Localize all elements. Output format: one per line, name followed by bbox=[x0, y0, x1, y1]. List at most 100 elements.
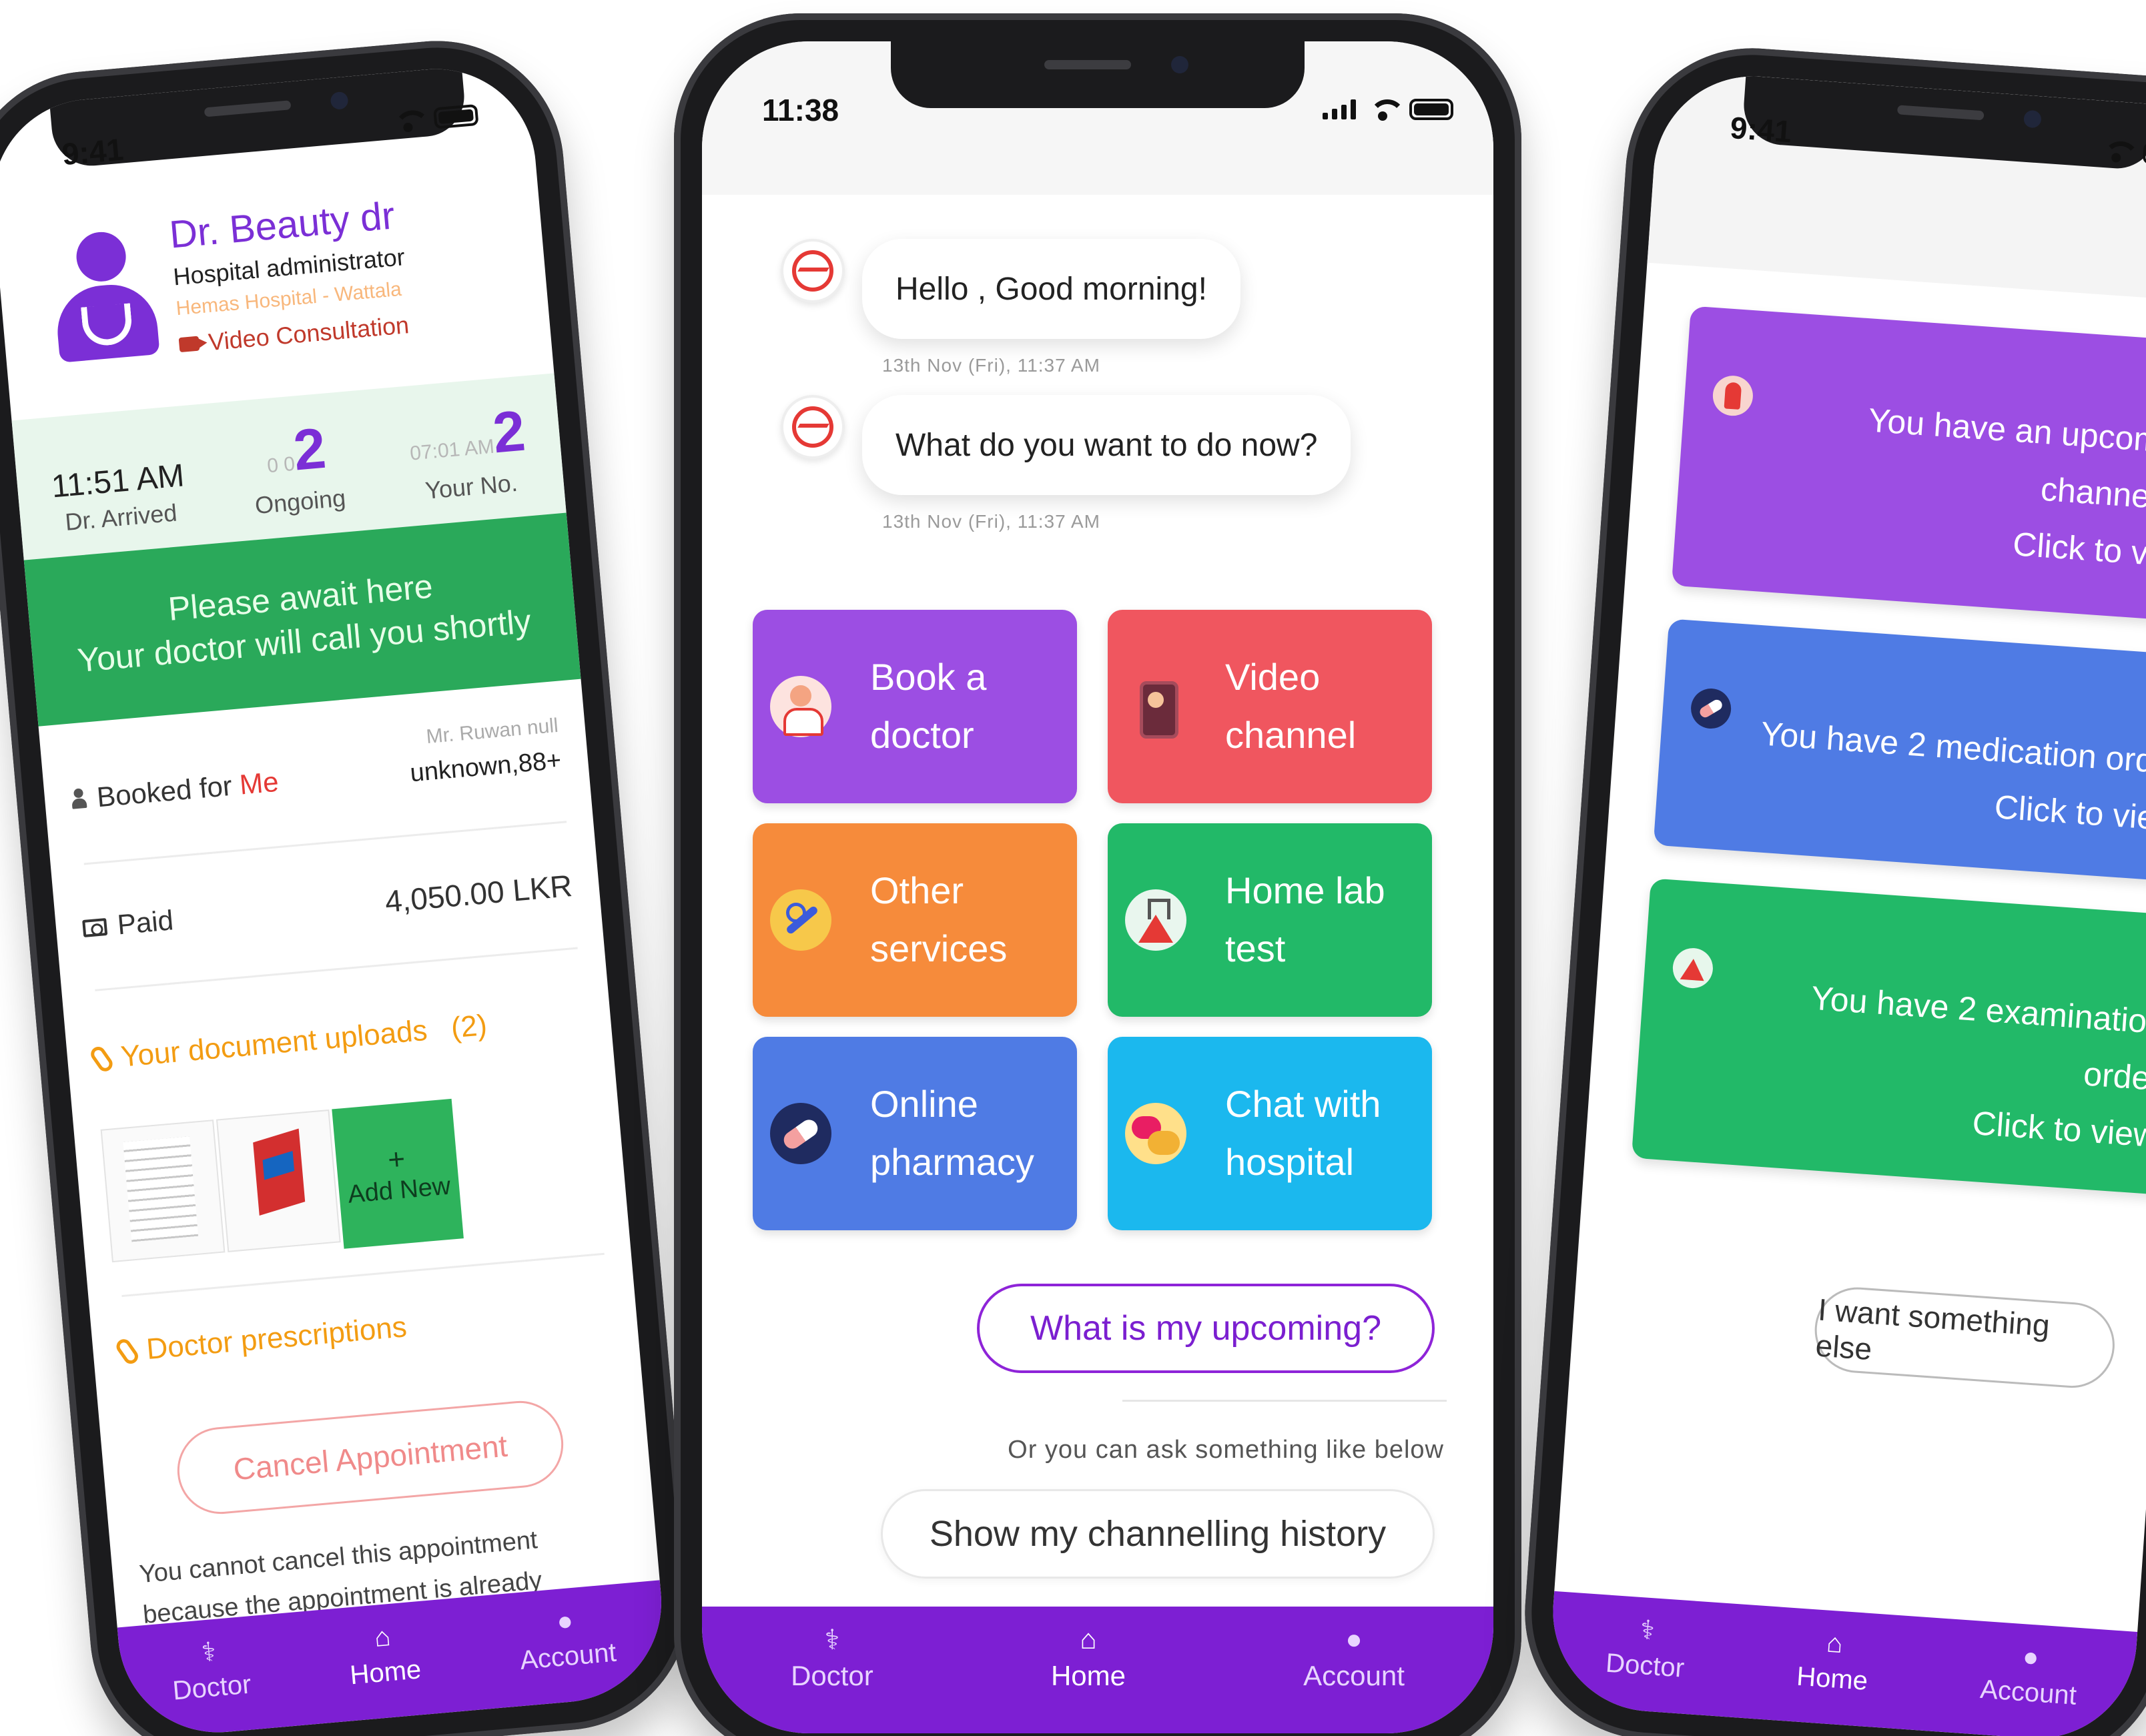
tile-home-lab-test[interactable]: Home lab test bbox=[1108, 823, 1432, 1017]
phone-notch bbox=[891, 41, 1305, 108]
examination-order-card[interactable]: You have 2 examination order Click to vi… bbox=[1631, 878, 2146, 1196]
nav-doctor[interactable]: ⚕ Doctor bbox=[791, 1623, 873, 1692]
appointment-screen: 9:41 Dr. Beauty dr Hospital administrato… bbox=[0, 61, 670, 1736]
plus-icon: + bbox=[386, 1142, 407, 1176]
add-new-upload-button[interactable]: + Add New bbox=[332, 1098, 464, 1249]
nav-home[interactable]: ⌂ Home bbox=[1796, 1627, 1871, 1697]
video-phone-icon bbox=[1125, 676, 1186, 739]
doctor-icon bbox=[770, 676, 831, 737]
stethoscope-icon: ⚕ bbox=[824, 1623, 840, 1655]
patient-name: Mr. Ruwan null bbox=[425, 714, 559, 749]
upload-thumbnail-document[interactable] bbox=[100, 1120, 226, 1263]
tile-label: hospital bbox=[1225, 1141, 1355, 1183]
tile-book-doctor[interactable]: Book a doctor bbox=[753, 610, 1077, 803]
home-icon: ⌂ bbox=[1080, 1623, 1097, 1655]
medication-order-card[interactable]: You have 2 medication order Click to vie… bbox=[1653, 618, 2146, 883]
home-icon: ⌂ bbox=[373, 1621, 392, 1653]
ongoing-prefix: 0 0 bbox=[266, 452, 296, 478]
add-new-label: Add New bbox=[346, 1172, 452, 1209]
message-time: 13th Nov (Fri), 11:37 AM bbox=[882, 355, 1100, 376]
nav-home[interactable]: ⌂ Home bbox=[1050, 1623, 1126, 1692]
bottom-nav: ⚕ Doctor ⌂ Home ● Account bbox=[702, 1607, 1493, 1733]
doctor-avatar-icon bbox=[49, 228, 160, 363]
wifi-icon bbox=[1368, 99, 1405, 121]
paperclip-icon bbox=[113, 1336, 141, 1367]
tile-label: Online bbox=[870, 1083, 978, 1126]
tile-video-channel[interactable]: Video channel bbox=[1108, 610, 1432, 803]
tile-label: Other bbox=[870, 869, 964, 912]
paid-label: Paid bbox=[115, 904, 175, 941]
channelling-history-button[interactable]: Show my channelling history bbox=[881, 1489, 1435, 1579]
paid-amount: 4,050.00 LKR bbox=[383, 867, 574, 919]
tile-other-services[interactable]: Other services bbox=[753, 823, 1077, 1017]
upload-thumbnail-medicine[interactable] bbox=[216, 1109, 341, 1252]
divider bbox=[1122, 1400, 1447, 1402]
nav-home-label: Home bbox=[1050, 1660, 1126, 1691]
tile-label: Home lab bbox=[1225, 869, 1385, 912]
phone-home-screen: 11:38 Hello , Good morning! 13th Nov (Fr… bbox=[674, 13, 1521, 1736]
tools-icon bbox=[770, 889, 831, 951]
tile-label: Book a bbox=[870, 656, 987, 699]
prescriptions-title: Doctor prescriptions bbox=[113, 1310, 408, 1368]
tile-label: services bbox=[870, 927, 1008, 969]
ask-hint: Or you can ask something like below bbox=[1008, 1436, 1444, 1464]
paperclip-icon bbox=[87, 1043, 115, 1075]
phone-appointment-screen: 9:41 Dr. Beauty dr Hospital administrato… bbox=[0, 30, 700, 1736]
hospital-logo-icon bbox=[781, 239, 845, 303]
something-else-button[interactable]: I want something else bbox=[1812, 1284, 2118, 1391]
person-icon: ● bbox=[2021, 1641, 2040, 1673]
tile-online-pharmacy[interactable]: Online pharmacy bbox=[753, 1037, 1077, 1230]
uploads-title-text: Your document uploads bbox=[119, 1013, 429, 1073]
nav-account-label: Account bbox=[1979, 1674, 2078, 1711]
stat-ongoing: 0 02 Ongoing bbox=[248, 414, 346, 520]
video-camera-icon bbox=[178, 336, 200, 353]
nav-doctor[interactable]: ⚕ Doctor bbox=[1605, 1614, 1688, 1684]
patient-info: unknown,88+ bbox=[408, 746, 563, 788]
home-icon: ⌂ bbox=[1825, 1628, 1844, 1659]
doctor-header: Dr. Beauty dr Hospital administrator Hem… bbox=[34, 176, 526, 404]
cancel-appointment-button[interactable]: Cancel Appointment bbox=[173, 1397, 567, 1518]
divider bbox=[83, 821, 567, 865]
tile-label: Video bbox=[1225, 656, 1321, 699]
your-number-label: Your No. bbox=[424, 468, 519, 504]
ongoing-label: Ongoing bbox=[254, 484, 347, 520]
stat-your-number: 07:01 AM2 Your No. bbox=[406, 398, 530, 506]
nav-doctor-label: Doctor bbox=[791, 1660, 873, 1691]
wifi-icon bbox=[392, 109, 422, 132]
nav-account[interactable]: ● Account bbox=[1979, 1640, 2080, 1711]
arrived-label: Dr. Arrived bbox=[63, 498, 178, 536]
status-time: 11:38 bbox=[762, 93, 839, 127]
tile-label: test bbox=[1225, 927, 1286, 969]
nav-doctor[interactable]: ⚕ Doctor bbox=[168, 1635, 252, 1707]
arrived-time: 11:51 AM bbox=[50, 458, 186, 505]
nav-home-label: Home bbox=[1795, 1661, 1869, 1696]
upcoming-screen: 9:41 You have an upcoming channeling Cli… bbox=[1546, 69, 2146, 1736]
prescriptions-title-text: Doctor prescriptions bbox=[145, 1310, 408, 1366]
your-time: 07:01 AM bbox=[409, 435, 496, 465]
signal-icon bbox=[1323, 99, 1356, 119]
tile-label: channel bbox=[1225, 714, 1357, 756]
uploads-list: + Add New bbox=[100, 1098, 464, 1269]
ongoing-number: 2 bbox=[291, 416, 329, 483]
upcoming-channeling-card[interactable]: You have an upcoming channeling Click to… bbox=[1671, 306, 2146, 624]
stat-arrived: 11:51 AM Dr. Arrived bbox=[50, 457, 188, 537]
nav-account[interactable]: ● Account bbox=[1303, 1623, 1405, 1692]
upcoming-button[interactable]: What is my upcoming? bbox=[977, 1284, 1435, 1373]
uploads-count: (2) bbox=[449, 1008, 488, 1045]
booked-for-label: Booked for bbox=[95, 769, 234, 813]
phone-upcoming-screen: 9:41 You have an upcoming channeling Cli… bbox=[1516, 39, 2146, 1736]
consultation-type: Video Consultation bbox=[178, 311, 410, 359]
status-icons bbox=[2101, 139, 2146, 167]
nav-home-label: Home bbox=[348, 1655, 422, 1691]
battery-icon bbox=[433, 103, 479, 129]
nav-home[interactable]: ⌂ Home bbox=[346, 1620, 422, 1691]
divider bbox=[95, 947, 578, 991]
tile-label: doctor bbox=[870, 714, 974, 756]
flask-icon bbox=[1125, 889, 1186, 951]
nav-account[interactable]: ● Account bbox=[516, 1603, 617, 1676]
consultation-label: Video Consultation bbox=[207, 311, 410, 356]
payment-row: Paid 4,050.00 LKR bbox=[81, 867, 574, 946]
uploads-title: Your document uploads (2) bbox=[87, 1008, 488, 1076]
tile-chat-hospital[interactable]: Chat with hospital bbox=[1108, 1037, 1432, 1230]
nav-account-label: Account bbox=[1303, 1660, 1405, 1691]
